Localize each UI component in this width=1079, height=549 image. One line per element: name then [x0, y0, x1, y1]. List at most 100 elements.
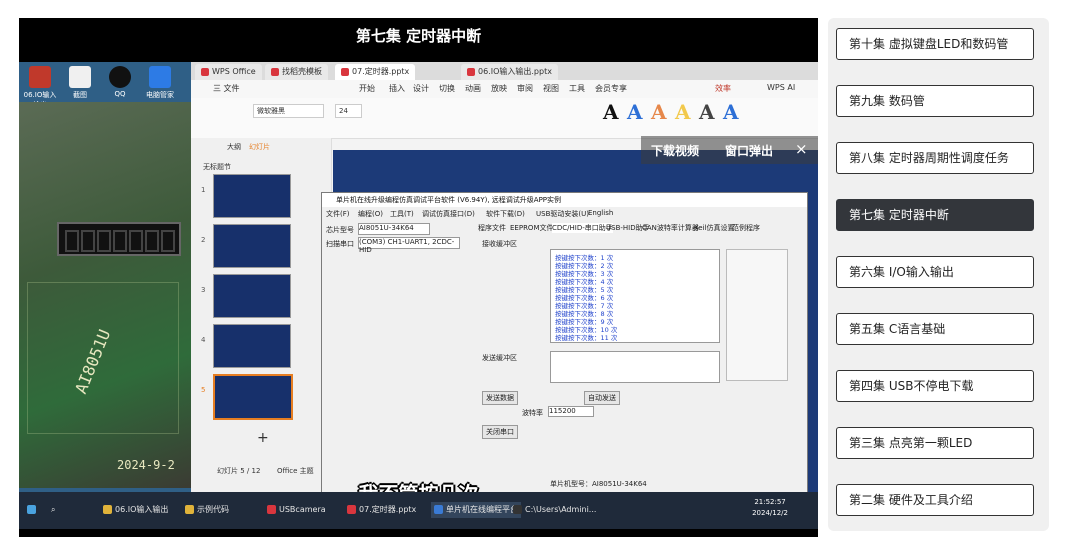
episode-item[interactable]: 第八集 定时器周期性调度任务: [836, 142, 1034, 174]
wps-tab[interactable]: 找稻壳模板: [265, 64, 328, 80]
menu-item[interactable]: 效率: [715, 83, 731, 94]
taskbar-item[interactable]: 07.定时器.pptx: [347, 502, 416, 518]
episode-item[interactable]: 第二集 硬件及工具介绍: [836, 484, 1034, 516]
slide-counter: 幻灯片 5 / 12: [217, 467, 261, 475]
episode-item[interactable]: 第九集 数码管: [836, 85, 1034, 117]
search-icon[interactable]: ⌕: [51, 502, 55, 518]
popout-window-button[interactable]: 窗口弹出: [725, 142, 773, 159]
auto-send-button[interactable]: 自动发送: [584, 391, 620, 405]
taskbar-item[interactable]: USBcamera: [267, 502, 326, 518]
clock-date: 2024/12/2: [752, 509, 788, 517]
slide-thumbnail[interactable]: [213, 324, 291, 368]
isp-tab[interactable]: 范例程序: [732, 223, 760, 233]
receive-log: 按键按下次数：1 次 按键按下次数：2 次 按键按下次数：3 次 按键按下次数：…: [550, 249, 720, 343]
episode-item[interactable]: 第五集 C语言基础: [836, 313, 1034, 345]
episode-item-active[interactable]: 第七集 定时器中断: [836, 199, 1034, 231]
desktop-icon-label: 电脑管家: [146, 91, 174, 99]
tab-outline[interactable]: 大纲: [227, 142, 241, 152]
menu-item[interactable]: 设计: [413, 83, 429, 94]
menu-item[interactable]: 软件下载(D): [486, 209, 525, 219]
isp-tab[interactable]: CAN波特率计算器: [642, 223, 699, 233]
isp-tab[interactable]: EEPROM文件: [510, 223, 553, 233]
isp-tab[interactable]: 程序文件: [478, 223, 506, 233]
desktop-icon-label: 截图: [73, 91, 87, 99]
scan-port-button[interactable]: 扫描串口: [326, 239, 354, 249]
text-style-yellow[interactable]: A: [675, 100, 691, 124]
menu-item[interactable]: 放映: [491, 83, 507, 94]
menu-item[interactable]: 三 文件: [213, 83, 240, 94]
document-icon: [69, 66, 91, 88]
menu-item[interactable]: 调试仿真接口(D): [422, 209, 475, 219]
taskbar-item[interactable]: C:\Users\Admini...: [513, 502, 596, 518]
seven-segment-display: [57, 222, 181, 256]
menu-item[interactable]: 动画: [465, 83, 481, 94]
menu-item[interactable]: 会员专享: [595, 83, 627, 94]
start-icon[interactable]: [27, 502, 39, 518]
port-select[interactable]: (COM3) CH1-UART1, 2CDC-HID: [358, 237, 460, 254]
slide-number: 4: [201, 336, 206, 344]
qq-icon: [109, 66, 131, 88]
close-port-button[interactable]: 关闭串口: [482, 425, 518, 439]
wps-tab-bar: WPS Office 找稻壳模板 07.定时器.pptx 06.IO输入输出.p…: [191, 62, 818, 80]
menu-item[interactable]: 视图: [543, 83, 559, 94]
episode-item[interactable]: 第六集 I/O输入输出: [836, 256, 1034, 288]
slide-thumbnail-selected[interactable]: [213, 374, 293, 420]
isp-tab-active[interactable]: CDC/HID-串口助手: [552, 223, 613, 233]
menu-item[interactable]: WPS AI: [767, 83, 795, 92]
slide-thumbnail[interactable]: [213, 174, 291, 218]
download-video-button[interactable]: 下载视频: [651, 142, 699, 159]
menu-item[interactable]: 文件(F): [326, 209, 350, 219]
isp-tab[interactable]: Keil仿真设置: [694, 223, 734, 233]
menu-item[interactable]: 插入: [389, 83, 405, 94]
menu-item[interactable]: 工具: [569, 83, 585, 94]
pptx-icon: [341, 67, 349, 76]
menu-item[interactable]: 切换: [439, 83, 455, 94]
menu-item[interactable]: English: [588, 209, 613, 217]
chip-icon: [434, 505, 443, 514]
menu-item[interactable]: USB驱动安装(U): [536, 209, 589, 219]
font-name-select[interactable]: 微软雅黑: [253, 104, 324, 118]
send-button[interactable]: 发送数据: [482, 391, 518, 405]
text-style-gray[interactable]: A: [699, 100, 715, 124]
pptx-icon: [467, 67, 475, 76]
slide-thumbnail[interactable]: [213, 274, 291, 318]
taskbar-item-active[interactable]: 单片机在线编程平台: [431, 502, 521, 518]
baud-select[interactable]: 115200: [548, 406, 594, 417]
shield-icon: [149, 66, 171, 88]
wps-tab-active[interactable]: 07.定时器.pptx: [335, 64, 416, 80]
pptx-icon: [347, 505, 356, 514]
text-style-blue[interactable]: A: [627, 100, 643, 124]
text-style-blue-2[interactable]: A: [723, 100, 739, 124]
tab-slides[interactable]: 幻灯片: [249, 142, 270, 152]
folder-icon: [185, 505, 194, 514]
wps-window[interactable]: WPS Office 找稻壳模板 07.定时器.pptx 06.IO输入输出.p…: [191, 62, 818, 500]
episode-item[interactable]: 第十集 虚拟键盘LED和数码管: [836, 28, 1034, 60]
terminal-icon: [513, 505, 522, 514]
wps-tab[interactable]: WPS Office: [195, 64, 262, 80]
episode-item[interactable]: 第四集 USB不停电下载: [836, 370, 1034, 402]
taskbar-clock[interactable]: 21:52:57 2024/12/2: [752, 497, 788, 519]
add-slide-icon[interactable]: +: [257, 430, 269, 446]
menu-item[interactable]: 工具(T): [390, 209, 414, 219]
video-screen[interactable]: 06.IO输入输出 截图 QQ 电脑管家 AI8051U 2024-9-2: [19, 62, 818, 529]
episode-item[interactable]: 第三集 点亮第一颗LED: [836, 427, 1034, 459]
close-icon[interactable]: ×: [795, 140, 808, 158]
slide-thumbnail[interactable]: [213, 224, 291, 268]
episode-list: 第十集 虚拟键盘LED和数码管 第九集 数码管 第八集 定时器周期性调度任务 第…: [828, 18, 1049, 531]
menu-item[interactable]: 开始: [359, 83, 375, 94]
taskbar-item[interactable]: 示例代码: [185, 502, 229, 518]
isp-dialog[interactable]: 单片机在线升级编程仿真调试平台软件 (V6.94Y), 远程调试升级APP实例 …: [321, 192, 808, 500]
text-style-orange[interactable]: A: [651, 100, 667, 124]
chip-select[interactable]: AI8051U-34K64: [358, 223, 430, 235]
video-player[interactable]: 第七集 定时器中断 06.IO输入输出 截图 QQ 电脑管家: [19, 18, 818, 537]
menu-item[interactable]: 审阅: [517, 83, 533, 94]
text-style-black[interactable]: A: [603, 100, 619, 124]
desktop-icon-qq: QQ: [103, 66, 137, 98]
taskbar-item[interactable]: 06.IO输入输出: [103, 502, 168, 518]
multi-send-panel[interactable]: [726, 249, 788, 381]
wps-tab[interactable]: 06.IO输入输出.pptx: [461, 64, 558, 80]
menu-item[interactable]: 编程(O): [358, 209, 383, 219]
send-input[interactable]: [550, 351, 720, 383]
template-icon: [271, 67, 279, 76]
font-size-select[interactable]: 24: [335, 104, 362, 118]
